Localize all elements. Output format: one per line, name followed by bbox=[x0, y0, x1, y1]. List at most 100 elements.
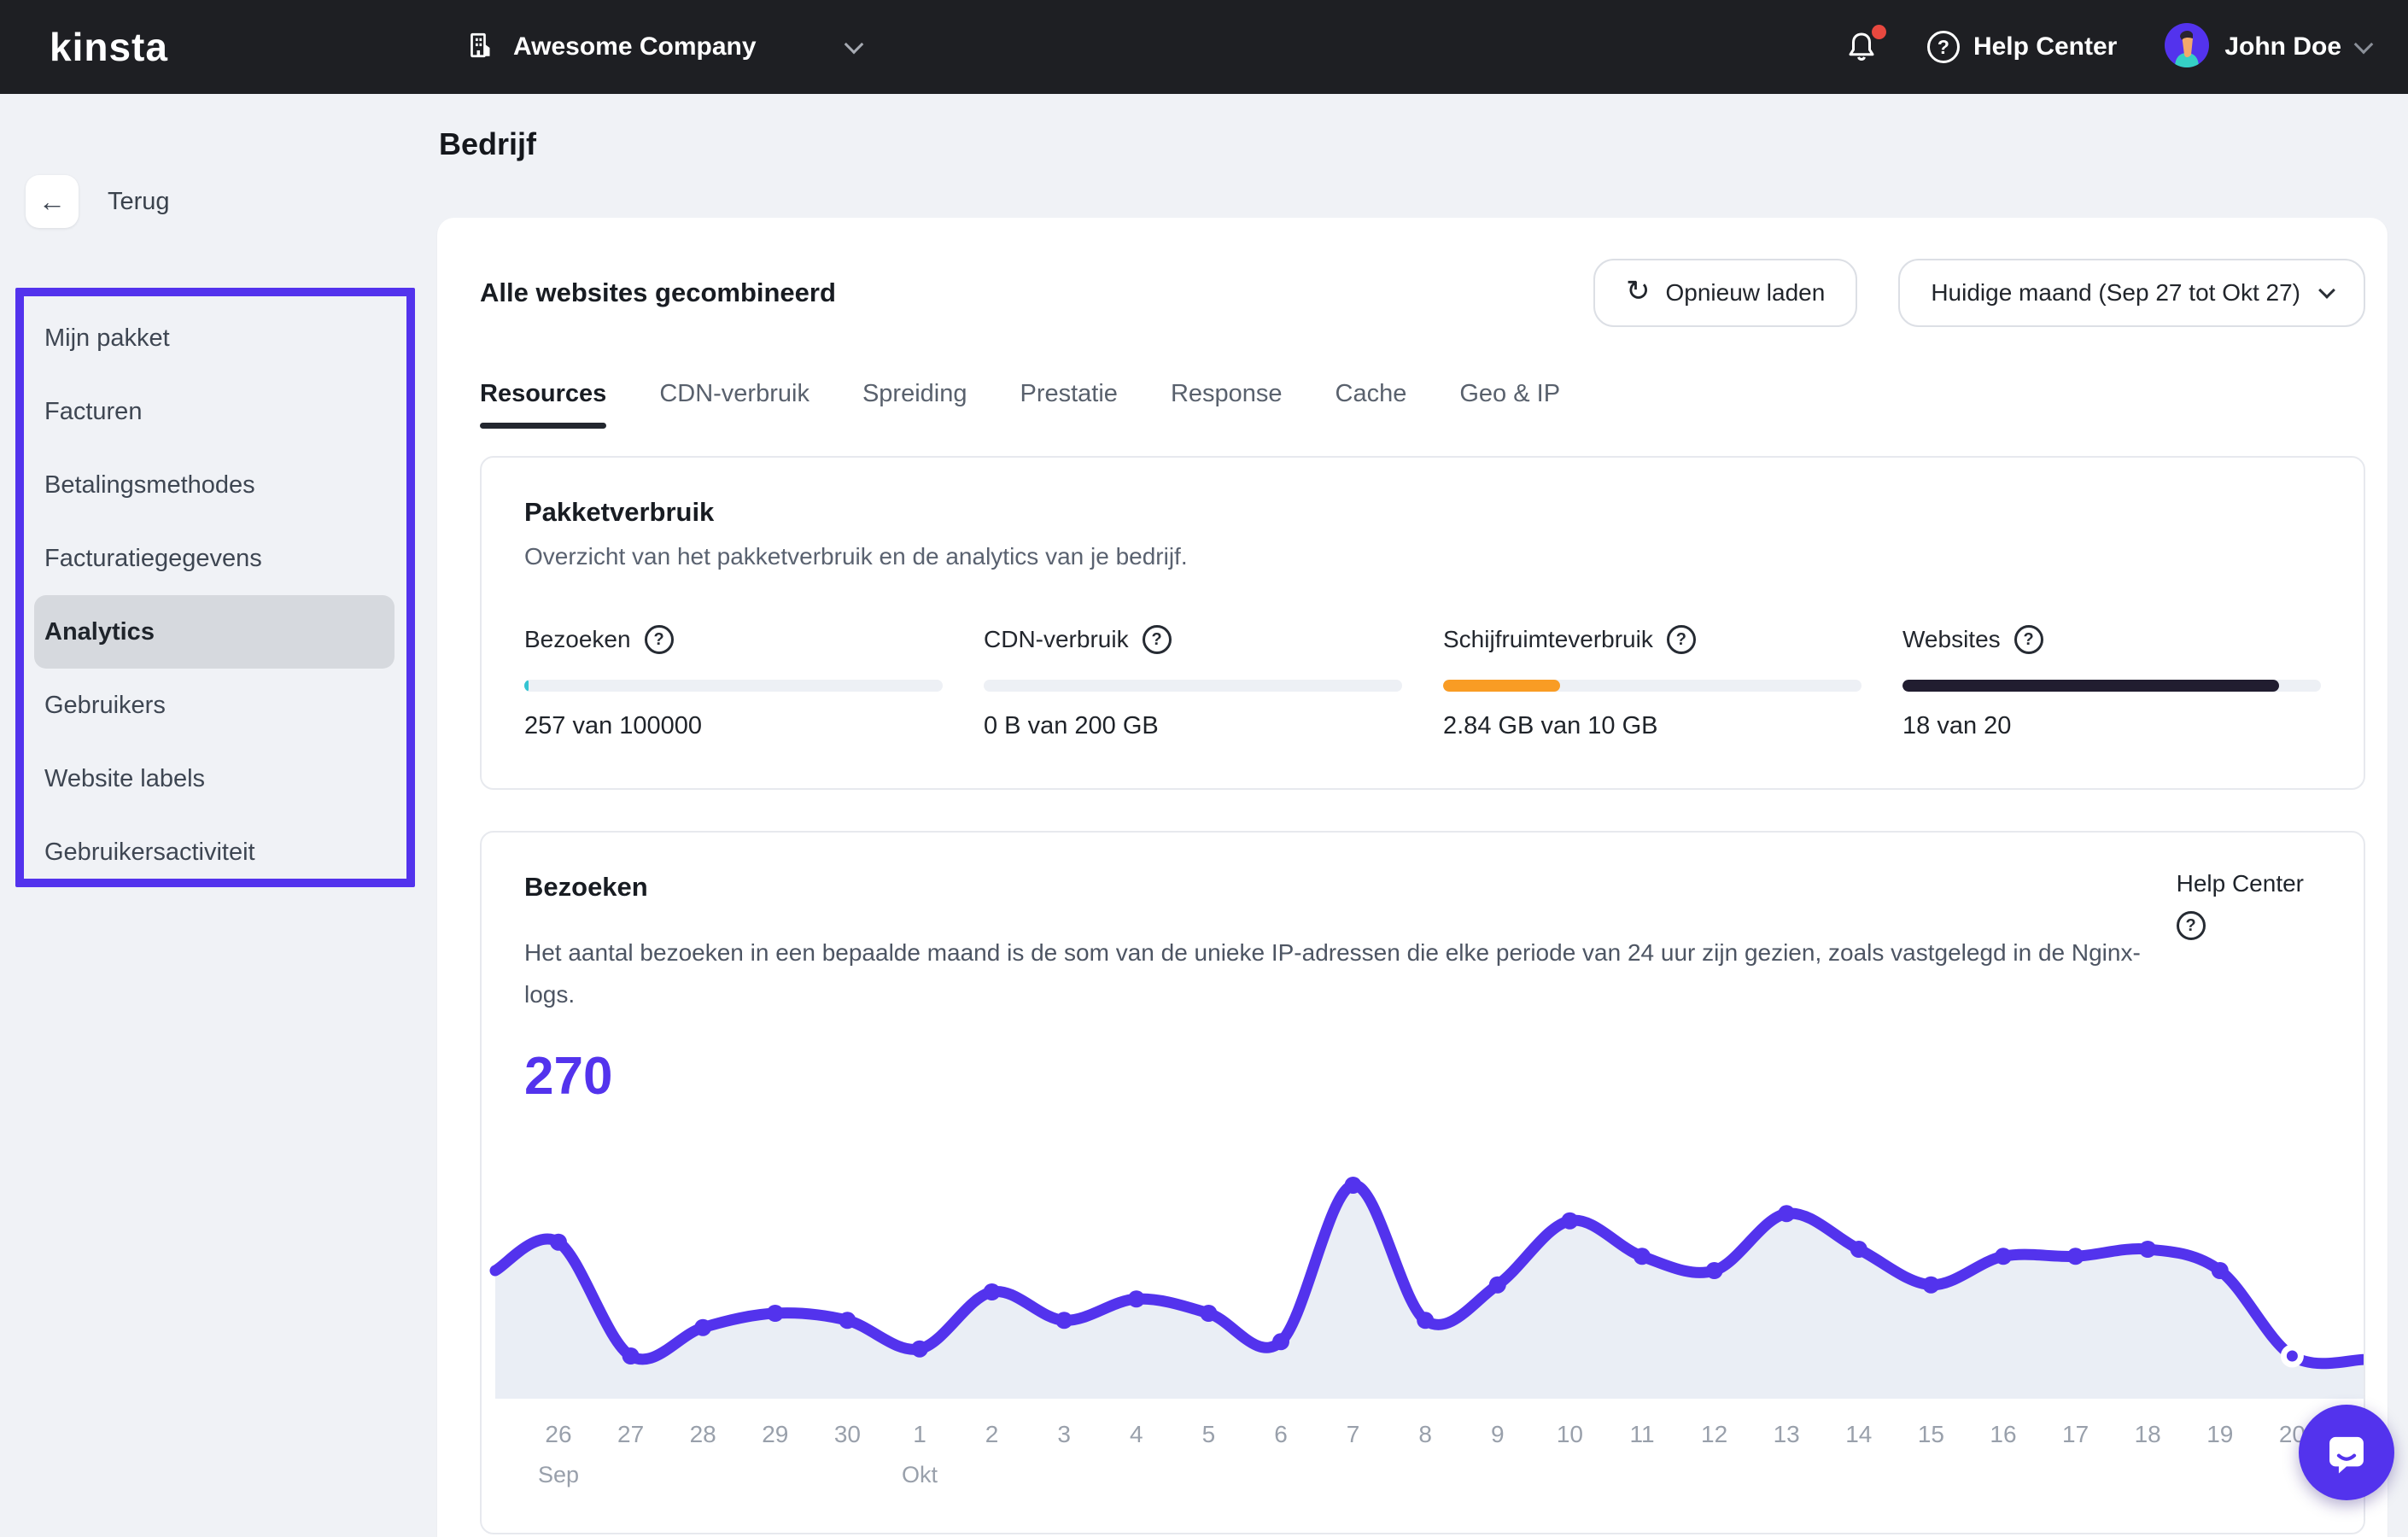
question-circle-icon[interactable] bbox=[2176, 911, 2206, 940]
reload-button[interactable]: Opnieuw laden bbox=[1593, 259, 1858, 327]
x-tick-11: 11 bbox=[1629, 1421, 1655, 1447]
usage-card: Pakketverbruik Overzicht van het pakketv… bbox=[480, 456, 2365, 790]
metric-cdn-verbruik: CDN-verbruik 0 B van 200 GB bbox=[984, 625, 1402, 740]
chart-point-5[interactable] bbox=[1200, 1305, 1218, 1322]
panel-header: Alle websites gecombineerd Opnieuw laden… bbox=[480, 259, 2365, 327]
sidebar-item-gebruikers[interactable]: Gebruikers bbox=[24, 669, 406, 742]
tab-response[interactable]: Response bbox=[1171, 380, 1283, 429]
x-tick-12: 12 bbox=[1701, 1421, 1728, 1447]
chart-point-6[interactable] bbox=[1272, 1333, 1289, 1351]
sidebar-item-gebruikersactiviteit[interactable]: Gebruikersactiviteit bbox=[24, 815, 406, 889]
chart-point-29[interactable] bbox=[766, 1305, 784, 1322]
sidebar-menu: Mijn pakket Facturen Betalingsmethodes Fact… bbox=[24, 296, 406, 889]
company-selector[interactable]: Awesome Company bbox=[465, 0, 863, 94]
x-tick-5: 5 bbox=[1201, 1421, 1216, 1447]
sidebar-item-mijn-pakket[interactable]: Mijn pakket bbox=[24, 301, 406, 375]
chart-point-16[interactable] bbox=[1995, 1248, 2012, 1265]
chart-point-10[interactable] bbox=[1561, 1212, 1579, 1230]
visits-help: Help Center bbox=[2176, 870, 2304, 940]
kinsta-logo[interactable]: kinsta bbox=[50, 24, 168, 70]
metric-value: 257 van 100000 bbox=[524, 712, 703, 739]
x-tick-18: 18 bbox=[2134, 1421, 2161, 1447]
visits-total: 270 bbox=[524, 1047, 613, 1106]
chart-point-12[interactable] bbox=[1705, 1262, 1723, 1279]
metric-value: 2.84 GB van 10 GB bbox=[1443, 712, 1658, 739]
chart-point-30[interactable] bbox=[839, 1312, 856, 1330]
tab-resources[interactable]: Resources bbox=[480, 380, 607, 429]
tab-cache[interactable]: Cache bbox=[1336, 380, 1407, 429]
question-circle-icon[interactable] bbox=[644, 625, 674, 654]
chat-bubble-icon bbox=[2329, 1436, 2364, 1474]
question-circle-icon[interactable] bbox=[1142, 625, 1172, 654]
chart-point-1[interactable] bbox=[911, 1340, 928, 1358]
back-button[interactable] bbox=[26, 175, 79, 228]
chart-point-17[interactable] bbox=[2066, 1248, 2084, 1265]
sidebar-item-facturatiegegevens[interactable]: Facturatiegegevens bbox=[24, 522, 406, 595]
x-month-okt: Okt bbox=[901, 1462, 938, 1487]
sidebar-item-betalingsmethodes[interactable]: Betalingsmethodes bbox=[24, 448, 406, 522]
visits-card: Bezoeken Help Center Het aantal bezoeken… bbox=[480, 831, 2365, 1534]
x-tick-8: 8 bbox=[1418, 1421, 1432, 1447]
chart-point-27[interactable] bbox=[622, 1347, 640, 1365]
metric-schijfruimteverbruik: Schijfruimteverbruik 2.84 GB van 10 GB bbox=[1443, 625, 1862, 740]
sidebar-item-website-labels[interactable]: Website labels bbox=[24, 742, 406, 815]
x-tick-29: 29 bbox=[762, 1421, 789, 1447]
chart-area-fill bbox=[495, 1184, 2364, 1399]
sidebar-item-facturen[interactable]: Facturen bbox=[24, 375, 406, 448]
help-center-link[interactable]: Help Center bbox=[1926, 31, 2117, 63]
chart-point-4[interactable] bbox=[1127, 1290, 1145, 1308]
help-center-link[interactable]: Help Center bbox=[2177, 870, 2304, 897]
building-icon bbox=[465, 30, 496, 65]
chart-point-15[interactable] bbox=[1922, 1276, 1940, 1294]
question-circle-icon[interactable] bbox=[2013, 625, 2043, 654]
page-title: Bedrijf bbox=[439, 126, 537, 161]
usage-metrics: Bezoeken 257 van 100000 CDN-verbruik 0 B va… bbox=[524, 625, 2321, 740]
x-tick-7: 7 bbox=[1346, 1421, 1360, 1447]
app-root: kinsta Awesome Company ? Help Center Joh… bbox=[0, 0, 2408, 1537]
chart-point-8[interactable] bbox=[1417, 1312, 1435, 1330]
chat-launcher-button[interactable] bbox=[2299, 1405, 2394, 1500]
metric-progress-track bbox=[1443, 680, 1862, 692]
analytics-panel: Alle websites gecombineerd Opnieuw laden… bbox=[437, 218, 2388, 1537]
tab-geo-ip[interactable]: Geo & IP bbox=[1459, 380, 1560, 429]
chart-point-19[interactable] bbox=[2211, 1262, 2229, 1279]
x-tick-17: 17 bbox=[2062, 1421, 2089, 1447]
back-row: Terug bbox=[26, 175, 170, 228]
chart-point-26[interactable] bbox=[550, 1233, 567, 1251]
reload-label: Opnieuw laden bbox=[1665, 279, 1826, 306]
sidebar: Terug Mijn pakketFacturenBetalingsmethod… bbox=[0, 94, 461, 1537]
x-tick-27: 27 bbox=[617, 1421, 645, 1447]
tab-cdn-verbruik[interactable]: CDN-verbruik bbox=[659, 380, 809, 429]
chart-point-20[interactable] bbox=[2280, 1344, 2304, 1368]
chart-point-13[interactable] bbox=[1778, 1205, 1796, 1223]
metric-label: Schijfruimteverbruik bbox=[1443, 625, 1862, 654]
chart-point-7[interactable] bbox=[1344, 1177, 1362, 1194]
chart-point-18[interactable] bbox=[2139, 1241, 2157, 1258]
user-name: John Doe bbox=[2224, 32, 2341, 61]
chart-point-9[interactable] bbox=[1488, 1276, 1506, 1294]
refresh-icon bbox=[1626, 277, 1651, 306]
tab-spreiding[interactable]: Spreiding bbox=[862, 380, 967, 429]
chart-point-11[interactable] bbox=[1634, 1248, 1651, 1265]
chart-point-28[interactable] bbox=[694, 1318, 712, 1336]
usage-card-title: Pakketverbruik bbox=[524, 497, 715, 527]
metric-progress-track bbox=[984, 680, 1402, 692]
visits-card-title: Bezoeken bbox=[524, 872, 648, 902]
x-tick-15: 15 bbox=[1917, 1421, 1944, 1447]
metric-progress-track bbox=[524, 680, 943, 692]
user-menu[interactable]: John Doe bbox=[2165, 22, 2374, 72]
area-chart[interactable] bbox=[482, 1151, 2365, 1407]
chart-point-2[interactable] bbox=[983, 1283, 1001, 1300]
tab-bar: Resources CDN-verbruik Spreiding Prestatie R… bbox=[480, 380, 2365, 429]
x-tick-3: 3 bbox=[1057, 1421, 1071, 1447]
tab-prestatie[interactable]: Prestatie bbox=[1020, 380, 1117, 429]
annotation-highlight-box: Mijn pakket Facturen Betalingsmethodes Fact… bbox=[15, 288, 415, 887]
question-circle-icon[interactable] bbox=[1666, 625, 1696, 654]
chart-point-14[interactable] bbox=[1850, 1241, 1867, 1258]
metric-progress-fill bbox=[1443, 680, 1561, 692]
notifications-button[interactable] bbox=[1845, 25, 1886, 66]
period-dropdown[interactable]: Huidige maand (Sep 27 tot Okt 27) bbox=[1898, 259, 2365, 327]
back-label: Terug bbox=[108, 187, 170, 215]
sidebar-item-analytics[interactable]: Analytics bbox=[34, 595, 395, 669]
chart-point-3[interactable] bbox=[1055, 1312, 1073, 1330]
